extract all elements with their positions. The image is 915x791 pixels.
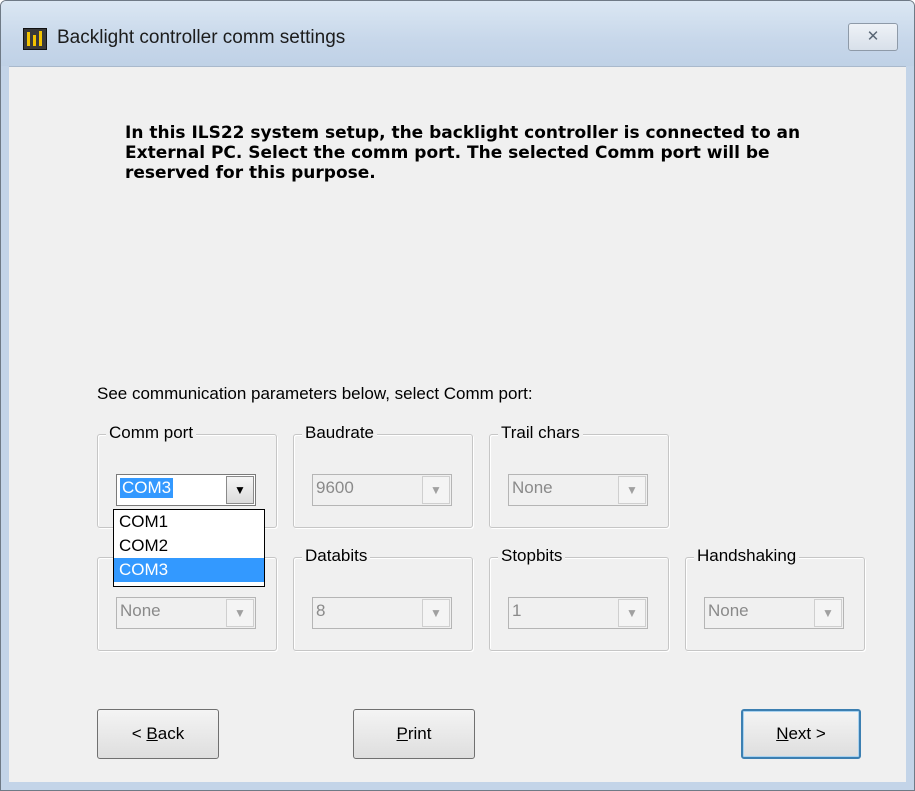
back-button-prefix: < [131, 724, 147, 743]
stopbits-select[interactable]: 1 ▼ [508, 597, 648, 629]
print-button-rest: rint [407, 724, 432, 743]
next-button-rest: ext > [788, 724, 826, 743]
parity-value: None [120, 601, 161, 620]
print-button-accel: P [396, 724, 408, 743]
intro-text: In this ILS22 system setup, the backligh… [125, 123, 801, 183]
stopbits-value: 1 [512, 601, 522, 620]
baudrate-value: 9600 [316, 478, 354, 497]
chevron-down-icon[interactable]: ▼ [618, 476, 646, 504]
comm-port-select[interactable]: COM3 ▼ [116, 474, 256, 506]
trail-chars-label: Trail chars [498, 423, 583, 443]
window-frame-bottom [1, 782, 914, 790]
app-icon [23, 28, 47, 50]
dropdown-option-com2[interactable]: COM2 [114, 534, 264, 558]
group-stopbits: Stopbits 1 ▼ [489, 546, 669, 651]
comm-port-value: COM3 [120, 478, 174, 498]
trail-chars-select[interactable]: None ▼ [508, 474, 648, 506]
trail-chars-value: None [512, 478, 553, 497]
dialog-window: Backlight controller comm settings ✕ In … [0, 0, 915, 791]
chevron-down-icon[interactable]: ▼ [422, 599, 450, 627]
back-button[interactable]: < Back [97, 709, 219, 759]
window-frame-right [906, 66, 914, 790]
back-button-accel: B [146, 724, 158, 743]
chevron-down-icon[interactable]: ▼ [226, 476, 254, 504]
chevron-down-icon[interactable]: ▼ [422, 476, 450, 504]
group-baudrate: Baudrate 9600 ▼ [293, 423, 473, 528]
close-icon: ✕ [866, 28, 880, 45]
select-hint: See communication parameters below, sele… [97, 384, 533, 403]
databits-label: Databits [302, 546, 371, 566]
back-button-rest: ack [157, 724, 185, 743]
stopbits-label: Stopbits [498, 546, 566, 566]
handshaking-value: None [708, 601, 749, 620]
chevron-down-icon[interactable]: ▼ [618, 599, 646, 627]
title-bar[interactable]: Backlight controller comm settings ✕ [1, 1, 914, 67]
baudrate-select[interactable]: 9600 ▼ [312, 474, 452, 506]
handshaking-select[interactable]: None ▼ [704, 597, 844, 629]
handshaking-label: Handshaking [694, 546, 800, 566]
next-button[interactable]: Next > [741, 709, 861, 759]
dropdown-option-com1[interactable]: COM1 [114, 510, 264, 534]
dropdown-option-com3[interactable]: COM3 [114, 558, 264, 582]
chevron-down-icon[interactable]: ▼ [814, 599, 842, 627]
comm-port-label: Comm port [106, 423, 197, 443]
comm-port-dropdown-list: COM1 COM2 COM3 [113, 509, 265, 587]
close-button[interactable]: ✕ [848, 23, 898, 51]
databits-value: 8 [316, 601, 326, 620]
next-button-accel: N [776, 724, 789, 743]
baudrate-label: Baudrate [302, 423, 377, 443]
window-title: Backlight controller comm settings [57, 27, 346, 48]
group-databits: Databits 8 ▼ [293, 546, 473, 651]
window-frame-left [1, 66, 9, 790]
group-handshaking: Handshaking None ▼ [685, 546, 865, 651]
group-trail-chars: Trail chars None ▼ [489, 423, 669, 528]
dialog-client-area: In this ILS22 system setup, the backligh… [9, 66, 906, 782]
chevron-down-icon[interactable]: ▼ [226, 599, 254, 627]
databits-select[interactable]: 8 ▼ [312, 597, 452, 629]
print-button[interactable]: Print [353, 709, 475, 759]
parity-select[interactable]: None ▼ [116, 597, 256, 629]
